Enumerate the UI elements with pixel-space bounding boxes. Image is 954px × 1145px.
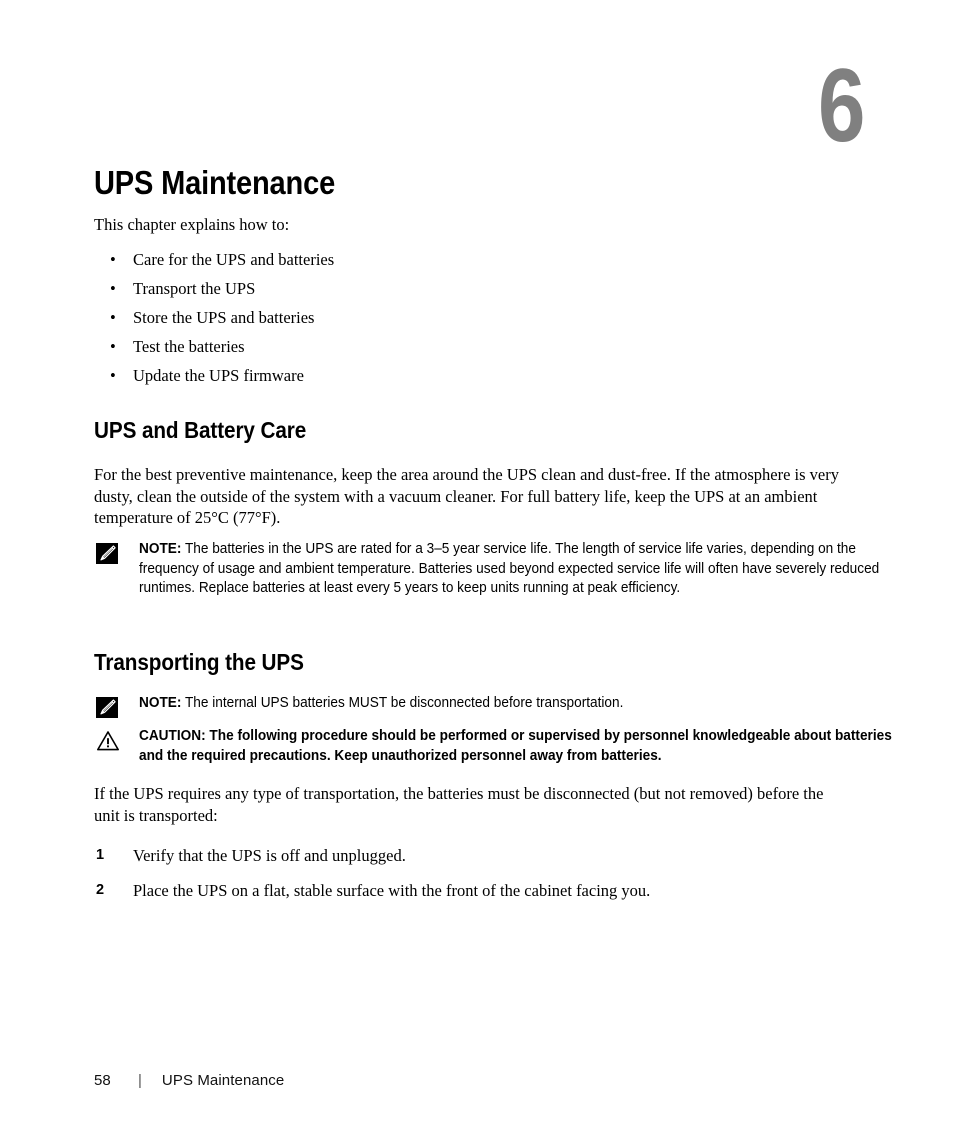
footer-page-number: 58 — [94, 1072, 111, 1089]
footer-separator: | — [138, 1072, 142, 1089]
step-number: 1 — [96, 847, 105, 863]
caution-body: The following procedure should be perfor… — [139, 728, 892, 764]
list-item: • Care for the UPS and batteries — [94, 245, 334, 274]
caution-callout: CAUTION: The following procedure should … — [94, 727, 892, 766]
bullet-icon: • — [110, 250, 116, 269]
footer-chapter-title: UPS Maintenance — [161, 1072, 285, 1089]
note-pencil-icon — [96, 543, 118, 564]
caution-triangle-icon — [96, 730, 119, 751]
page-footer: 58 | UPS Maintenance — [94, 1072, 284, 1089]
list-item-label: Test the batteries — [133, 337, 245, 356]
note-label: NOTE: — [139, 541, 182, 557]
list-item: • Transport the UPS — [94, 274, 334, 303]
step-number: 2 — [96, 882, 105, 898]
bullet-icon: • — [110, 279, 116, 298]
list-item-label: Care for the UPS and batteries — [133, 250, 335, 269]
note-body: The internal UPS batteries MUST be disco… — [181, 695, 624, 711]
note-pencil-icon — [96, 697, 118, 718]
step-text: Verify that the UPS is off and unplugged… — [133, 846, 406, 865]
chapter-topic-list: • Care for the UPS and batteries • Trans… — [94, 245, 334, 390]
chapter-number: 6 — [818, 48, 865, 164]
note-callout: NOTE: The internal UPS batteries MUST be… — [94, 694, 854, 718]
list-item-label: Store the UPS and batteries — [133, 308, 315, 327]
list-item: 2 Place the UPS on a flat, stable surfac… — [94, 873, 854, 908]
section-paragraph-ups-and-battery-care: For the best preventive maintenance, kee… — [94, 465, 839, 527]
note-callout: NOTE: The batteries in the UPS are rated… — [94, 540, 879, 599]
note-text: NOTE: The internal UPS batteries MUST be… — [139, 694, 896, 714]
section-heading-transporting-the-ups: Transporting the UPS — [94, 649, 304, 675]
list-item-label: Update the UPS firmware — [133, 366, 304, 385]
caution-label: CAUTION: — [139, 728, 206, 744]
list-item: • Store the UPS and batteries — [94, 303, 334, 332]
list-item: • Test the batteries — [94, 332, 334, 361]
list-item-label: Transport the UPS — [133, 279, 256, 298]
bullet-icon: • — [110, 337, 116, 356]
section-heading-ups-and-battery-care: UPS and Battery Care — [94, 417, 307, 443]
note-label: NOTE: — [139, 695, 182, 711]
document-page: 6 UPS Maintenance This chapter explains … — [0, 0, 954, 1145]
page-title: UPS Maintenance — [94, 164, 336, 201]
procedure-step-list: 1 Verify that the UPS is off and unplugg… — [94, 838, 854, 908]
step-text: Place the UPS on a flat, stable surface … — [133, 881, 651, 900]
caution-text: CAUTION: The following procedure should … — [139, 727, 896, 766]
chapter-intro-text: This chapter explains how to: — [94, 215, 290, 234]
note-text: NOTE: The batteries in the UPS are rated… — [139, 540, 896, 599]
list-item: 1 Verify that the UPS is off and unplugg… — [94, 838, 854, 873]
list-item: • Update the UPS firmware — [94, 361, 334, 390]
note-body: The batteries in the UPS are rated for a… — [139, 541, 880, 596]
section-paragraph-transporting-the-ups: If the UPS requires any type of transpor… — [94, 784, 824, 825]
bullet-icon: • — [110, 366, 116, 385]
bullet-icon: • — [110, 308, 116, 327]
